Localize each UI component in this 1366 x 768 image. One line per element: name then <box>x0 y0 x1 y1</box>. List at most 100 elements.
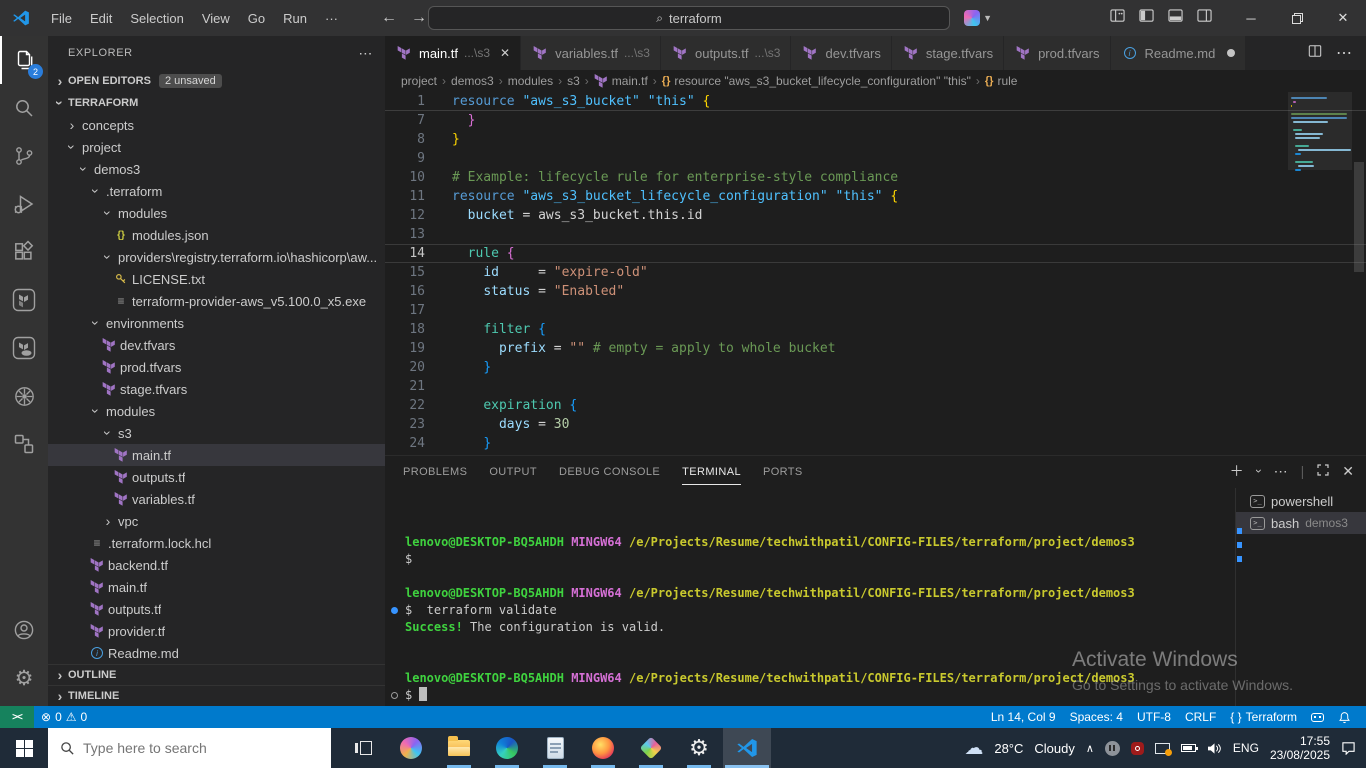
code-line-9[interactable]: 9 <box>385 149 1366 168</box>
tree-item-project[interactable]: › project <box>48 136 385 158</box>
keyboard-language[interactable]: ENG <box>1233 741 1259 755</box>
code-line-16[interactable]: 16 status = "Enabled" <box>385 282 1366 301</box>
tab-dev.tfvars[interactable]: dev.tfvars <box>791 36 892 70</box>
language-mode[interactable]: { } Terraform <box>1223 706 1304 728</box>
tree-item-vpc[interactable]: › vpc <box>48 510 385 532</box>
tab-outputs.tf[interactable]: outputs.tf ...\s3 <box>660 36 792 70</box>
volume-tray-icon[interactable] <box>1207 742 1222 755</box>
tree-item-.terraform.lock.hcl[interactable]: ≡ .terraform.lock.hcl <box>48 532 385 554</box>
split-editor-icon[interactable] <box>1308 44 1322 63</box>
breadcrumb-item[interactable]: modules <box>508 74 553 88</box>
code-editor[interactable]: 1 resource "aws_s3_bucket" "this" { 7 } 8}… <box>385 92 1366 455</box>
tree-item-dev.tfvars[interactable]: dev.tfvars <box>48 334 385 356</box>
code-line-13[interactable]: 13 <box>385 225 1366 244</box>
code-line-12[interactable]: 12 bucket = aws_s3_bucket.this.id <box>385 206 1366 225</box>
more-actions-icon[interactable]: ⋯ <box>358 45 373 62</box>
panel-tab-terminal[interactable]: TERMINAL <box>682 458 741 485</box>
tree-item-outputs.tf[interactable]: outputs.tf <box>48 598 385 620</box>
taskbar-search-input[interactable] <box>83 740 303 756</box>
tree-item-readme.md[interactable]: i Readme.md <box>48 642 385 664</box>
minimap-slider[interactable] <box>1288 92 1352 170</box>
menu-file[interactable]: File <box>42 4 81 32</box>
action-center-icon[interactable] <box>1341 741 1356 755</box>
customize-layout-icon[interactable] <box>1110 8 1125 28</box>
menu-run[interactable]: Run <box>274 4 316 32</box>
code-line-22[interactable]: 22 expiration { <box>385 396 1366 415</box>
code-line-14[interactable]: 14 rule { <box>385 244 1366 263</box>
menu-[interactable]: ··· <box>316 4 347 32</box>
notifications-bell-icon[interactable] <box>1331 706 1358 728</box>
taskbar-app-file-explorer[interactable] <box>435 728 483 768</box>
tree-item-stage.tfvars[interactable]: stage.tfvars <box>48 378 385 400</box>
maximize-panel-icon[interactable] <box>1317 463 1329 479</box>
copilot-status-icon[interactable] <box>1304 706 1331 728</box>
activity-kubernetes-icon[interactable] <box>0 372 48 420</box>
tree-item-outputs.tf[interactable]: outputs.tf <box>48 466 385 488</box>
tree-item-provider.tf[interactable]: provider.tf <box>48 620 385 642</box>
panel-tab-problems[interactable]: PROBLEMS <box>403 458 467 484</box>
breadcrumb-item[interactable]: s3 <box>567 74 580 88</box>
sticky-scroll-line[interactable]: 1 resource "aws_s3_bucket" "this" { <box>385 92 1366 111</box>
code-line-23[interactable]: 23 days = 30 <box>385 415 1366 434</box>
code-line-18[interactable]: 18 filter { <box>385 320 1366 339</box>
terminal-dropdown-icon[interactable]: › <box>1252 469 1266 473</box>
tab-stage.tfvars[interactable]: stage.tfvars <box>891 36 1005 70</box>
taskbar-app-vscode[interactable] <box>723 728 771 768</box>
tab-variables.tf[interactable]: variables.tf ...\s3 <box>521 36 661 70</box>
battery-tray-icon[interactable] <box>1180 744 1198 752</box>
security-tray-icon[interactable] <box>1130 741 1144 755</box>
tab-main.tf[interactable]: main.tf ...\s3 ✕ <box>385 36 522 70</box>
activity-terraform-icon[interactable] <box>0 276 48 324</box>
eol-sequence[interactable]: CRLF <box>1178 706 1223 728</box>
activity-remote-explorer-icon[interactable] <box>0 420 48 468</box>
taskbar-search[interactable] <box>48 728 331 768</box>
activity-explorer-icon[interactable]: 2 <box>0 36 48 84</box>
scrollbar-thumb[interactable] <box>1354 162 1364 272</box>
activity-search-icon[interactable] <box>0 84 48 132</box>
taskbar-app-copilot[interactable] <box>387 728 435 768</box>
modified-dot-icon[interactable] <box>1227 49 1236 57</box>
code-line-15[interactable]: 15 id = "expire-old" <box>385 263 1366 282</box>
panel-tab-ports[interactable]: PORTS <box>763 458 803 484</box>
tree-item-license.txt[interactable]: LICENSE.txt <box>48 268 385 290</box>
tree-item-environments[interactable]: › environments <box>48 312 385 334</box>
terminal[interactable]: lenovo@DESKTOP-BQ5AHDH MINGW64 /e/Projec… <box>385 488 1235 706</box>
tree-item-prod.tfvars[interactable]: prod.tfvars <box>48 356 385 378</box>
tree-item-modules.json[interactable]: {} modules.json <box>48 224 385 246</box>
code-line-20[interactable]: 20 } <box>385 358 1366 377</box>
tree-item-concepts[interactable]: › concepts <box>48 114 385 136</box>
toggle-sidebar-icon[interactable] <box>1139 8 1154 28</box>
menu-selection[interactable]: Selection <box>121 4 192 32</box>
terminal-instance-powershell[interactable]: >_ powershell <box>1236 490 1366 512</box>
tree-item-main.tf[interactable]: main.tf <box>48 444 385 466</box>
tree-item-variables.tf[interactable]: variables.tf <box>48 488 385 510</box>
breadcrumb-item[interactable]: demos3 <box>451 74 494 88</box>
code-line-10[interactable]: 10 # Example: lifecycle rule for enterpri… <box>385 168 1366 187</box>
activity-extensions-icon[interactable] <box>0 228 48 276</box>
toggle-secondary-sidebar-icon[interactable] <box>1197 8 1212 28</box>
taskbar-app-firefox[interactable] <box>579 728 627 768</box>
activity-terraform-cloud-icon[interactable] <box>0 324 48 372</box>
tree-item-demos3[interactable]: › demos3 <box>48 158 385 180</box>
weather-condition[interactable]: Cloudy <box>1034 741 1074 756</box>
panel-tab-output[interactable]: OUTPUT <box>489 458 537 484</box>
problems-status[interactable]: ⊗ 0 ⚠ 0 <box>34 706 94 728</box>
media-tray-icon[interactable] <box>1104 740 1120 756</box>
indentation[interactable]: Spaces: 4 <box>1063 706 1130 728</box>
toggle-panel-icon[interactable] <box>1168 8 1183 28</box>
forward-icon[interactable]: → <box>411 9 427 27</box>
code-line-21[interactable]: 21 <box>385 377 1366 396</box>
open-editors-header[interactable]: › OPEN EDITORS 2 unsaved <box>48 70 385 92</box>
menu-edit[interactable]: Edit <box>81 4 121 32</box>
command-decoration-icon[interactable] <box>391 692 398 699</box>
taskbar-app-settings[interactable]: ⚙ <box>675 728 723 768</box>
minimize-button[interactable]: ─ <box>1228 0 1274 36</box>
clock[interactable]: 17:55 23/08/2025 <box>1270 734 1330 762</box>
tab-prod.tfvars[interactable]: prod.tfvars <box>1004 36 1111 70</box>
menu-view[interactable]: View <box>193 4 239 32</box>
code-line-24[interactable]: 24 } <box>385 434 1366 453</box>
tree-item-terraform-provider-aws-v5.100.0-x5.exe[interactable]: ≡ terraform-provider-aws_v5.100.0_x5.exe <box>48 290 385 312</box>
code-line-1[interactable]: 1 resource "aws_s3_bucket" "this" { <box>385 92 1366 111</box>
tree-item-providers-registry.terraform.io-hashicorp-aw...[interactable]: › providers\registry.terraform.io\hashico… <box>48 246 385 268</box>
code-line-7[interactable]: 7 } <box>385 111 1366 130</box>
